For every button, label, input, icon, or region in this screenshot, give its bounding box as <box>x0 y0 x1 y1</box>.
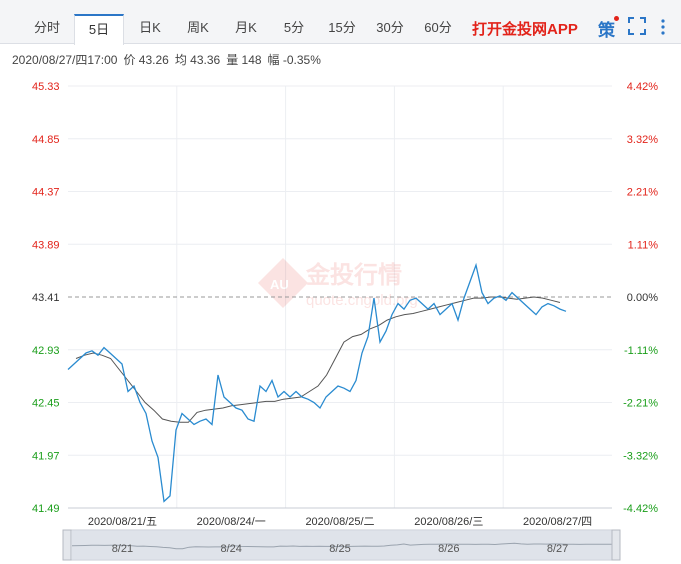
y-tick-left: 44.37 <box>32 187 60 199</box>
y-tick-right: 3.32% <box>627 134 658 146</box>
watermark-text-cn: 金投行情 <box>305 261 402 289</box>
x-tick-label: 2020/08/25/二 <box>305 516 374 528</box>
navigator-left-handle[interactable] <box>62 529 72 561</box>
y-axis-left: 45.33 44.85 44.37 43.89 43.41 42.93 42.45 41.97… <box>32 81 60 515</box>
navigator-label: 8/24 <box>220 543 241 555</box>
y-tick-left: 42.93 <box>32 345 60 357</box>
y-tick-left: 43.89 <box>32 239 60 251</box>
y-tick-right: -2.21% <box>623 398 658 410</box>
y-tick-left: 43.41 <box>32 292 60 304</box>
navigator-label: 8/21 <box>112 543 133 555</box>
y-tick-right: -4.42% <box>623 503 658 515</box>
navigator-label: 8/27 <box>547 543 568 555</box>
navigator-right-handle[interactable] <box>611 529 621 561</box>
price-chart[interactable]: AU 金投行情 quote.cngold.org 45.33 44.85 44.37… <box>0 0 681 564</box>
y-tick-left: 42.45 <box>32 398 60 410</box>
y-tick-right: 1.11% <box>628 239 659 251</box>
y-axis-right: 4.42% 3.32% 2.21% 1.11% 0.00% -1.11% -2.21% -3.… <box>623 81 658 515</box>
y-tick-left: 44.85 <box>32 134 60 146</box>
x-axis: 2020/08/21/五 2020/08/24/一 2020/08/25/二 2020… <box>88 516 592 528</box>
y-tick-right: -1.11% <box>624 345 658 357</box>
y-tick-right: 0.00% <box>627 292 658 304</box>
x-tick-label: 2020/08/24/一 <box>197 516 266 528</box>
y-tick-right: -3.32% <box>623 450 658 462</box>
y-tick-left: 41.97 <box>32 450 60 462</box>
y-tick-right: 4.42% <box>627 81 658 93</box>
x-tick-label: 2020/08/27/四 <box>523 516 592 528</box>
average-price-line <box>75 296 561 423</box>
navigator-label: 8/26 <box>438 543 459 555</box>
y-tick-left: 45.33 <box>32 81 60 93</box>
y-tick-right: 2.21% <box>627 187 658 199</box>
watermark-badge: AU <box>270 277 289 292</box>
range-navigator[interactable]: 8/21 8/24 8/25 8/26 8/27 <box>62 529 621 561</box>
watermark: AU 金投行情 quote.cngold.org <box>258 258 418 309</box>
x-tick-label: 2020/08/26/三 <box>414 516 483 528</box>
navigator-label: 8/25 <box>329 543 350 555</box>
x-tick-label: 2020/08/21/五 <box>88 516 157 528</box>
y-tick-left: 41.49 <box>32 503 60 515</box>
